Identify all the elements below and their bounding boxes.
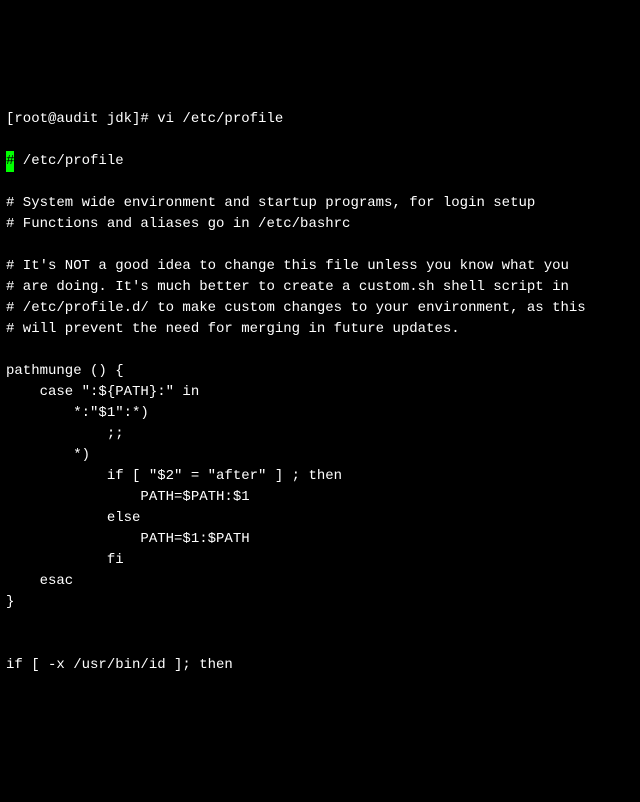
shell-prompt: [root@audit jdk]# vi /etc/profile (6, 111, 283, 127)
terminal-screen[interactable]: [root@audit jdk]# vi /etc/profile # /etc… (6, 88, 634, 697)
file-content: # System wide environment and startup pr… (6, 172, 634, 676)
file-path-comment: /etc/profile (14, 153, 123, 169)
